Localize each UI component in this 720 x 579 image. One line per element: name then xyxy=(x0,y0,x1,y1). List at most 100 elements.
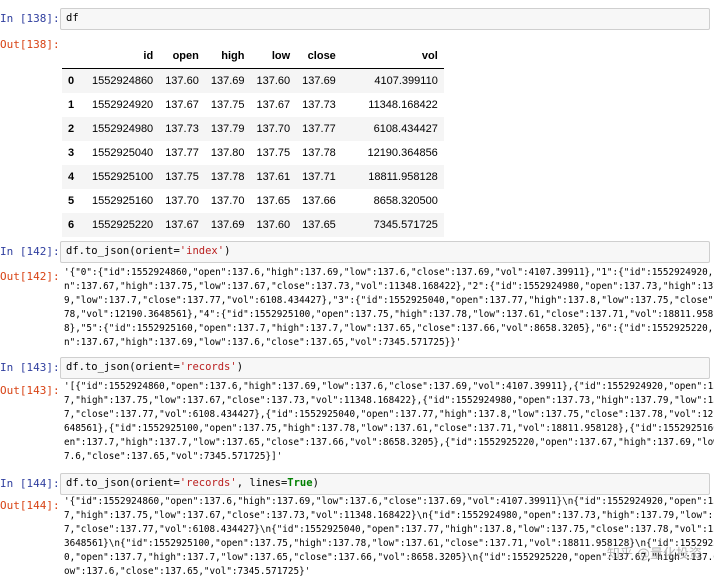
table-cell: 137.71 xyxy=(302,171,336,183)
table-cell: 137.60 xyxy=(256,75,291,87)
table-cell: 137.70 xyxy=(210,195,245,207)
table-row: 6 1552925220 137.67 137.69 137.60 137.65 7345.… xyxy=(62,213,444,237)
output-line: 7,"high":137.75,"low":137.67,"close":137… xyxy=(64,395,714,406)
column-header: high xyxy=(221,50,245,62)
code-string: 'index' xyxy=(179,245,225,257)
table-cell: 137.70 xyxy=(165,195,199,207)
column-header: open xyxy=(172,50,199,62)
table-cell: 4107.399110 xyxy=(374,75,438,87)
output-line: '[{"id":1552924860,"open":137.6,"high":1… xyxy=(64,381,714,392)
code-text: ) xyxy=(224,245,231,257)
output-line: 7,"close":137.77,"vol":6108.434427},{"id… xyxy=(64,409,714,420)
table-cell: 1552925040 xyxy=(92,147,154,159)
table-cell: 137.77 xyxy=(165,147,199,159)
code-input[interactable]: df xyxy=(60,8,710,30)
table-cell: 137.67 xyxy=(256,99,291,111)
output-line: 7,"high":137.75,"low":137.67,"close":137… xyxy=(64,510,714,521)
table-cell: 137.65 xyxy=(302,219,336,231)
table-cell: 6108.434427 xyxy=(373,123,438,135)
column-header: close xyxy=(307,50,336,62)
table-cell: 137.70 xyxy=(256,123,291,135)
code-input[interactable]: df.to_json(orient='index') xyxy=(60,241,710,263)
table-cell: 1552925220 xyxy=(92,219,154,231)
table-cell: 1552924980 xyxy=(92,123,154,135)
table-cell: 1552924860 xyxy=(92,75,154,87)
code-text: , lines= xyxy=(236,477,288,489)
code-text: ) xyxy=(236,361,244,373)
column-header: id xyxy=(143,50,154,62)
code-text: df xyxy=(66,12,79,24)
table-cell: 137.65 xyxy=(256,195,291,207)
row-index: 6 xyxy=(68,219,75,231)
output-line: ow":137.6,"close":137.65,"vol":7345.5717… xyxy=(64,566,311,577)
row-index: 5 xyxy=(68,195,75,207)
output-line: n":137.67,"high":137.69,"low":137.6,"clo… xyxy=(64,337,462,348)
table-cell: 7345.571725 xyxy=(373,219,438,231)
watermark: 知乎 @量化投资 xyxy=(606,547,702,562)
output-line: 7,"close":137.77,"vol":6108.434427}\n{"i… xyxy=(64,524,714,535)
table-cell: 137.73 xyxy=(302,99,336,111)
table-cell: 137.75 xyxy=(256,147,291,159)
table-cell: 1552924920 xyxy=(92,99,154,111)
output-prompt: Out[142]: xyxy=(0,270,60,283)
table-cell: 137.69 xyxy=(210,75,245,87)
input-prompt: In [143]: xyxy=(0,361,60,374)
code-text: ) xyxy=(312,477,319,489)
input-prompt: In [142]: xyxy=(0,245,60,258)
table-cell: 137.73 xyxy=(165,123,199,135)
json-output: '[{"id":1552924860,"open":137.6,"high":1… xyxy=(64,380,714,464)
table-cell: 137.60 xyxy=(256,219,291,231)
output-line: '{"id":1552924860,"open":137.6,"high":13… xyxy=(64,496,714,507)
output-line: 9,"low":137.7,"close":137.77,"vol":6108.… xyxy=(64,295,714,306)
table-row: 2 1552924980 137.73 137.79 137.70 137.77 6108.… xyxy=(62,117,444,141)
table-cell: 137.75 xyxy=(210,99,245,111)
table-cell: 137.77 xyxy=(302,123,336,135)
code-string: 'records' xyxy=(179,477,237,489)
row-index: 0 xyxy=(68,75,75,87)
table-cell: 1552925100 xyxy=(92,171,154,183)
output-line: '{"0":{"id":1552924860,"open":137.6,"hig… xyxy=(64,267,714,278)
table-cell: 137.69 xyxy=(302,75,336,87)
table-cell: 137.75 xyxy=(165,171,199,183)
table-cell: 137.60 xyxy=(165,75,199,87)
output-prompt: Out[138]: xyxy=(0,38,60,51)
column-header: vol xyxy=(421,50,438,62)
table-cell: 137.66 xyxy=(302,195,336,207)
json-output: '{"id":1552924860,"open":137.6,"high":13… xyxy=(64,495,714,579)
code-input[interactable]: df.to_json(orient='records', lines=True) xyxy=(60,473,710,495)
table-cell: 137.78 xyxy=(302,147,336,159)
table-cell: 137.78 xyxy=(210,171,245,183)
column-header: low xyxy=(271,50,291,62)
table-cell: 18811.958128 xyxy=(368,171,438,183)
dataframe-table: id open high low close vol 0 1552924860 13… xyxy=(62,44,444,237)
table-cell: 137.67 xyxy=(165,99,199,111)
table-cell: 11348.168422 xyxy=(368,99,438,111)
input-prompt: In [144]: xyxy=(0,477,60,490)
table-cell: 137.69 xyxy=(210,219,245,231)
table-row: 0 1552924860 137.60 137.69 137.60 137.69 4107.… xyxy=(62,68,444,93)
code-text: df.to_json(orient= xyxy=(66,361,180,373)
code-keyword: True xyxy=(287,477,313,489)
table-header-row: id open high low close vol xyxy=(62,44,444,69)
table-cell: 137.67 xyxy=(165,219,199,231)
code-input[interactable]: df.to_json(orient='records') xyxy=(60,357,710,379)
output-line: 648561},{"id":1552925100,"open":137.75,"… xyxy=(64,423,714,434)
index-header xyxy=(62,44,86,69)
table-cell: 8658.320500 xyxy=(373,195,438,207)
row-index: 1 xyxy=(68,99,75,111)
table-cell: 137.61 xyxy=(256,171,291,183)
output-line: 8},"5":{"id":1552925160,"open":137.7,"hi… xyxy=(64,323,714,334)
output-line: 78,"vol":12190.3648561},"4":{"id":155292… xyxy=(64,309,714,320)
code-text: df.to_json(orient= xyxy=(66,245,180,257)
input-prompt: In [138]: xyxy=(0,12,60,25)
table-row: 1 1552924920 137.67 137.75 137.67 137.73 11348… xyxy=(62,93,444,117)
row-index: 4 xyxy=(68,171,75,183)
table-row: 5 1552925160 137.70 137.70 137.65 137.66 8658.… xyxy=(62,189,444,213)
row-index: 2 xyxy=(68,123,75,135)
table-cell: 1552925160 xyxy=(92,195,154,207)
table-row: 3 1552925040 137.77 137.80 137.75 137.78 12190… xyxy=(62,141,444,165)
output-line: en":137.7,"high":137.7,"low":137.65,"clo… xyxy=(64,437,714,448)
json-output: '{"0":{"id":1552924860,"open":137.6,"hig… xyxy=(64,266,714,350)
output-prompt: Out[143]: xyxy=(0,384,60,397)
code-string: 'records' xyxy=(179,361,237,373)
